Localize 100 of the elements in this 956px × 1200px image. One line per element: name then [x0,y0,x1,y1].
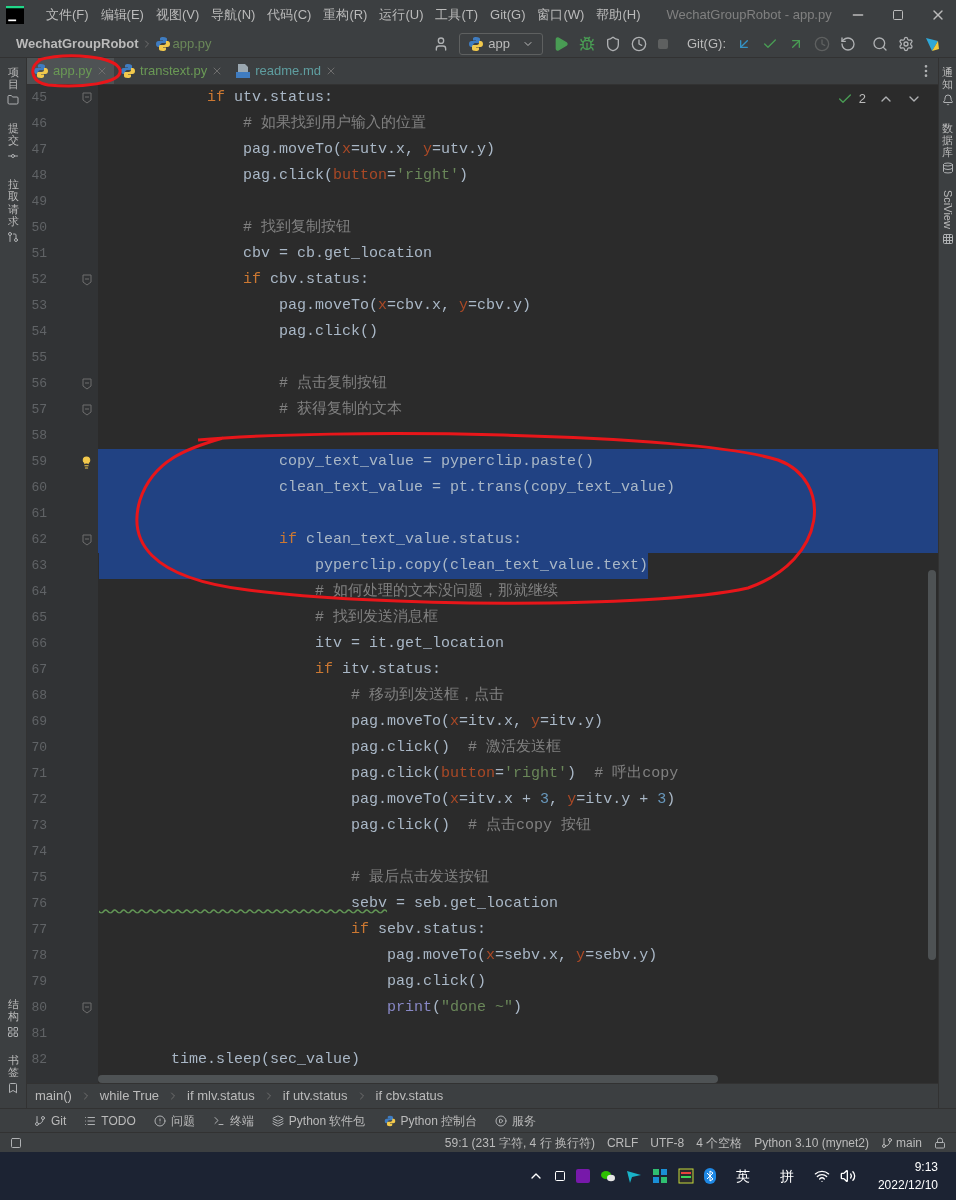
paper-plane-icon[interactable] [625,1168,642,1184]
python-file-icon [33,63,49,79]
rollback-icon[interactable] [840,35,856,52]
breadcrumb[interactable]: while True [99,1086,160,1106]
code-line: # 找到复制按钮 [242,217,352,238]
menu-item[interactable]: 代码(C) [267,5,312,25]
inspection-count[interactable]: 2 [858,89,866,109]
clock-time[interactable]: 9:13 [914,1158,938,1176]
tool-window-button[interactable]: 终端 [212,1111,254,1130]
database-icon [941,162,954,175]
code-line: sebv = seb.get_location [350,894,559,914]
colored-squares-icon[interactable] [651,1168,668,1184]
play-icon [495,1114,508,1127]
menu-item[interactable]: 运行(U) [379,5,424,25]
branch-icon [881,1136,893,1149]
search-icon[interactable] [872,35,888,52]
menu-item[interactable]: 重构(R) [323,5,368,25]
tool-window-tab[interactable]: 通知 [942,66,953,91]
tool-window-button[interactable]: TODO [84,1111,136,1130]
menu-item[interactable]: Git(G) [490,5,526,25]
plugin-logo-icon[interactable] [924,35,940,52]
tool-window-tab[interactable]: 数据库 [942,122,953,159]
problem-icon [153,1114,166,1127]
window-icon[interactable] [553,1170,566,1182]
status-item[interactable]: Python 3.10 (mynet2) [754,1133,869,1152]
volume-icon[interactable] [839,1168,856,1184]
fold-marker-icon [81,404,92,416]
maximize-icon[interactable] [892,9,904,21]
bell-icon [941,94,954,107]
folder-icon [7,94,19,107]
tool-window-button[interactable]: 问题 [153,1111,195,1130]
menu-item[interactable]: 视图(V) [155,5,200,25]
input-method-indicator[interactable]: 英 [735,1165,750,1187]
fold-marker-icon [81,274,92,286]
tool-window-button[interactable]: Python 控制台 [383,1111,478,1130]
menu-item[interactable]: 导航(N) [211,5,256,25]
tool-window-button[interactable]: Git [34,1111,67,1130]
code-line: # 获得复制的文本 [278,399,403,420]
menu-item[interactable]: 工具(T) [435,5,479,25]
status-item[interactable]: UTF-8 [650,1133,685,1152]
code-line: time.sleep(sec_value) [170,1050,361,1070]
menu-item[interactable]: 窗口(W) [537,5,585,25]
meter-app-icon[interactable] [677,1168,694,1184]
menu-item[interactable]: 帮助(H) [596,5,641,25]
editor-tab[interactable]: readme.md [229,58,343,84]
status-item[interactable]: CRLF [606,1133,639,1152]
bluetooth-icon[interactable] [703,1168,716,1184]
menu-item[interactable]: 编辑(E) [100,5,144,25]
code-line: if utv.status: [206,88,334,108]
run-config-dropdown[interactable]: app [459,32,543,55]
shield-icon[interactable] [605,35,621,52]
editor-tab[interactable]: transtext.py [114,58,230,84]
branch-widget[interactable]: main [881,1133,922,1152]
tool-window-tab[interactable]: 项目 [7,66,19,91]
input-method-indicator[interactable]: 拼 [779,1165,794,1187]
code-line: # 找到发送消息框 [314,607,439,628]
code-line: # 移动到发送框，点击 [350,685,505,706]
code-line: pag.click() # 点击copy 按钮 [350,815,592,836]
breadcrumb[interactable]: if utv.status [282,1086,348,1106]
project-name[interactable]: WechatGroupRobot [16,33,139,54]
horizontal-scrollbar[interactable] [98,1075,718,1083]
lock-icon[interactable] [934,1136,946,1149]
code-line: if sebv.status: [350,920,487,940]
tool-window-tab[interactable]: 书签 [7,1053,19,1078]
tool-window-tab[interactable]: 拉取请求 [7,178,19,227]
fold-marker-icon [81,92,92,104]
tool-window-button[interactable]: 服务 [495,1111,537,1130]
vertical-scrollbar[interactable] [928,570,936,960]
menu-item[interactable]: 文件(F) [46,5,89,25]
tool-window-tab[interactable]: 结构 [7,997,19,1022]
tool-window-tab[interactable]: 提交 [7,122,19,147]
wifi-icon[interactable] [813,1168,830,1184]
code-line: pag.moveTo(x=cbv.x, y=cbv.y) [278,296,532,316]
code-line: # 最后点击发送按钮 [350,867,490,888]
code-line: pag.click() [278,322,379,342]
run-icon[interactable] [553,35,569,52]
code-line: pag.moveTo(x=utv.x, y=utv.y) [242,140,496,160]
status-item[interactable]: 4 个空格 [696,1133,743,1152]
breadcrumb[interactable]: main() [35,1086,72,1106]
breadcrumb[interactable]: if mlv.status [187,1086,255,1106]
layout-icon[interactable] [10,1136,22,1149]
profile-icon[interactable] [631,35,647,52]
bookmark-icon [7,1082,19,1094]
clock-date[interactable]: 2022/12/10 [877,1176,938,1194]
code-line: if clean_text_value.status: [278,530,523,550]
fold-marker-icon [81,378,92,390]
tool-window-button[interactable]: Python 软件包 [271,1111,366,1130]
settings-icon[interactable] [898,35,914,52]
git-label: Git(G): [687,34,726,53]
code-line: pag.moveTo(x=sebv.x, y=sebv.y) [386,946,658,966]
status-item[interactable]: 59:1 (231 字符, 4 行 换行符) [444,1133,595,1152]
breadcrumb[interactable]: if cbv.status [375,1086,444,1106]
lightbulb-icon[interactable] [80,455,93,469]
terminal-icon [212,1114,225,1127]
layers-icon [271,1114,284,1127]
debug-icon[interactable] [579,35,595,52]
chat-bubbles-icon[interactable] [599,1168,616,1184]
tool-window-tab[interactable]: SciView [939,190,956,230]
code-line: itv = it.get_location [314,634,505,654]
fold-marker-icon [81,534,92,546]
